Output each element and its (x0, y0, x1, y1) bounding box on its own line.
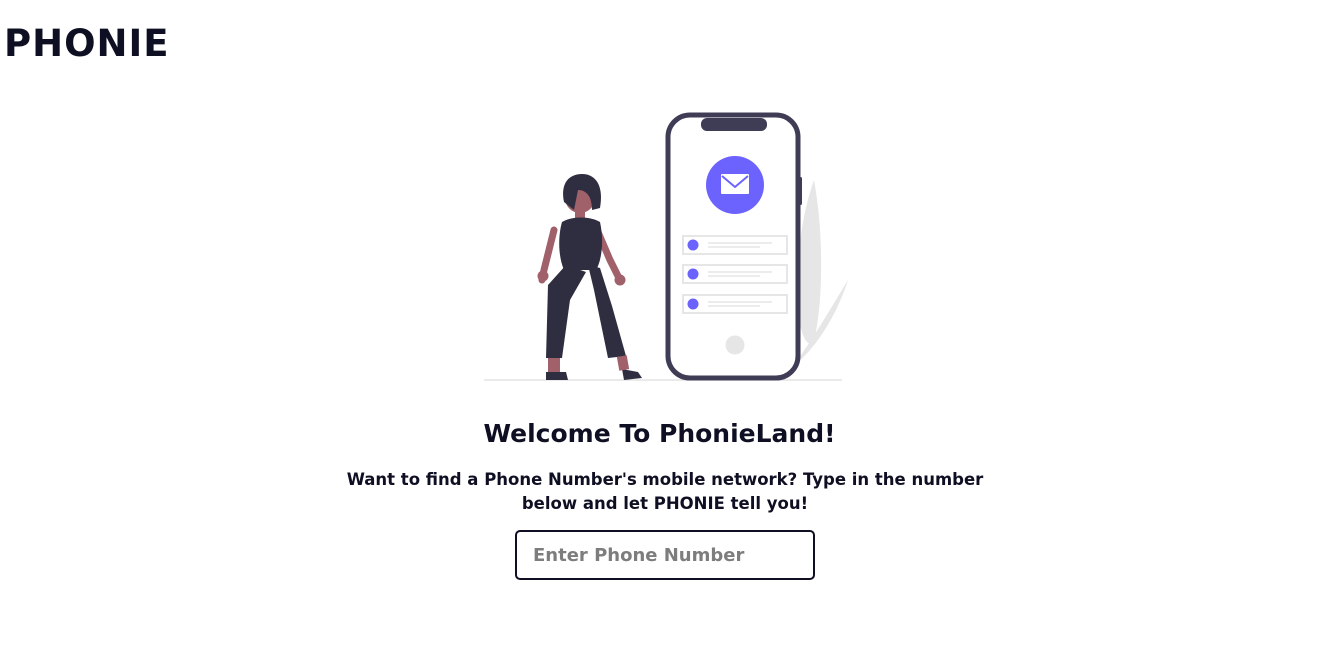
logo[interactable]: PHONIE (4, 22, 170, 66)
woman-figure (537, 174, 642, 380)
phone-graphic (665, 112, 802, 381)
welcome-description: Want to find a Phone Number's mobile net… (346, 470, 984, 513)
envelope-icon (721, 174, 749, 194)
phone-number-input[interactable] (515, 530, 815, 580)
leaf-decoration (794, 180, 848, 365)
message-row (682, 235, 788, 255)
home-button (725, 335, 745, 355)
message-row (682, 294, 788, 314)
message-row (682, 264, 788, 284)
hero-illustration (484, 112, 848, 381)
welcome-title: Welcome To PhonieLand! (483, 419, 836, 448)
